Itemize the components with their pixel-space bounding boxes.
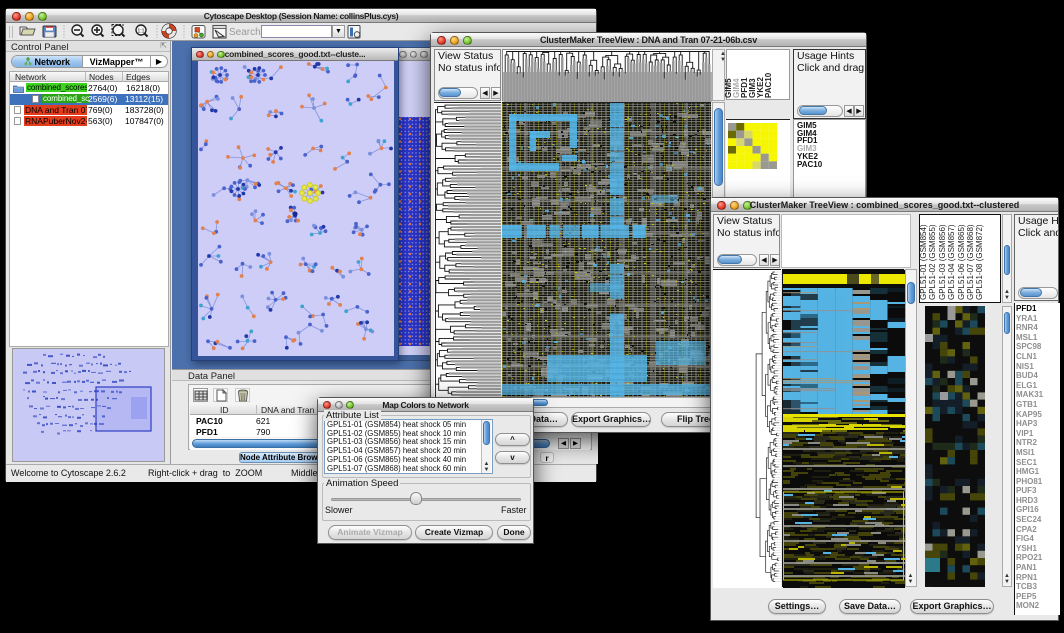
svg-text:1:1: 1:1 (138, 29, 145, 35)
